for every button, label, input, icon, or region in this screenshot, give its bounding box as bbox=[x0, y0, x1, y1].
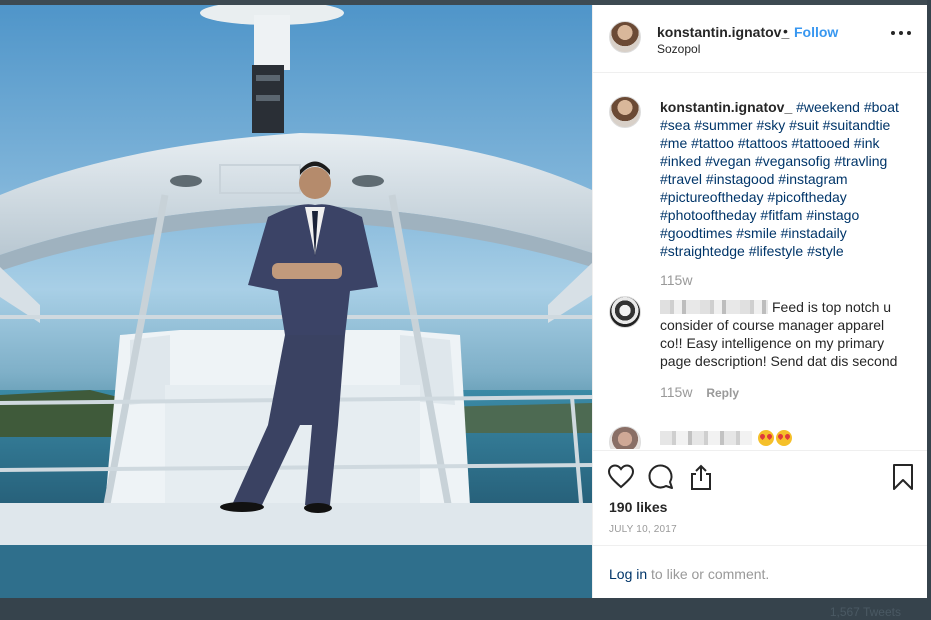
bottom-border: 1,567 Tweets bbox=[0, 598, 931, 620]
location-link[interactable]: Sozopol bbox=[657, 42, 700, 56]
caption-username[interactable]: konstantin.ignatov_ bbox=[660, 99, 792, 115]
right-gutter bbox=[927, 0, 931, 620]
caption-avatar[interactable] bbox=[609, 96, 641, 128]
comments-list[interactable]: konstantin.ignatov_ #weekend #boat #sea … bbox=[593, 74, 928, 449]
background-faded-text: 1,567 Tweets bbox=[829, 605, 901, 619]
caption-hashtags[interactable]: #weekend #boat #sea #summer #sky #suit #… bbox=[660, 99, 899, 259]
more-options-button[interactable] bbox=[891, 26, 911, 40]
comment-icon[interactable] bbox=[647, 463, 675, 491]
login-link[interactable]: Log in bbox=[609, 566, 647, 582]
comment-meta: 115w Reply bbox=[660, 384, 739, 400]
commenter-avatar[interactable] bbox=[609, 296, 641, 328]
author-avatar[interactable] bbox=[609, 21, 641, 53]
post-date: JULY 10, 2017 bbox=[609, 524, 677, 535]
heart-icon[interactable] bbox=[607, 463, 635, 491]
post-panel: konstantin.ignatov_ • Follow Sozopol kon… bbox=[592, 5, 928, 598]
author-username[interactable]: konstantin.ignatov_ bbox=[657, 24, 789, 40]
comment-text: Feed is top notch u consider of course m… bbox=[660, 298, 905, 370]
login-text: Log in to like or comment. bbox=[609, 566, 769, 582]
bookmark-icon[interactable] bbox=[889, 463, 917, 491]
post-header: konstantin.ignatov_ • Follow Sozopol bbox=[593, 5, 928, 73]
reply-button[interactable]: Reply bbox=[706, 386, 739, 400]
more-dot-icon bbox=[899, 31, 903, 35]
separator-dot: • bbox=[783, 23, 788, 39]
comment-time: 115w bbox=[660, 384, 693, 400]
heart-eyes-emoji-icon bbox=[758, 430, 774, 446]
redacted-username bbox=[660, 300, 768, 314]
likes-count[interactable]: 190 likes bbox=[609, 499, 667, 515]
follow-button[interactable]: Follow bbox=[794, 24, 838, 40]
login-prompt: Log in to like or comment. bbox=[593, 545, 928, 598]
login-rest: to like or comment. bbox=[647, 566, 770, 582]
action-bar: 190 likes JULY 10, 2017 bbox=[593, 450, 928, 545]
share-icon[interactable] bbox=[687, 463, 715, 491]
post-photo[interactable] bbox=[0, 5, 592, 598]
redacted-username bbox=[660, 431, 752, 445]
more-dot-icon bbox=[907, 31, 911, 35]
comment-row bbox=[660, 430, 792, 446]
commenter-avatar[interactable] bbox=[609, 426, 641, 449]
more-dot-icon bbox=[891, 31, 895, 35]
caption-time: 115w bbox=[660, 272, 693, 288]
yacht-scene bbox=[0, 5, 592, 598]
heart-eyes-emoji-icon bbox=[776, 430, 792, 446]
caption-text: konstantin.ignatov_ #weekend #boat #sea … bbox=[660, 98, 910, 260]
